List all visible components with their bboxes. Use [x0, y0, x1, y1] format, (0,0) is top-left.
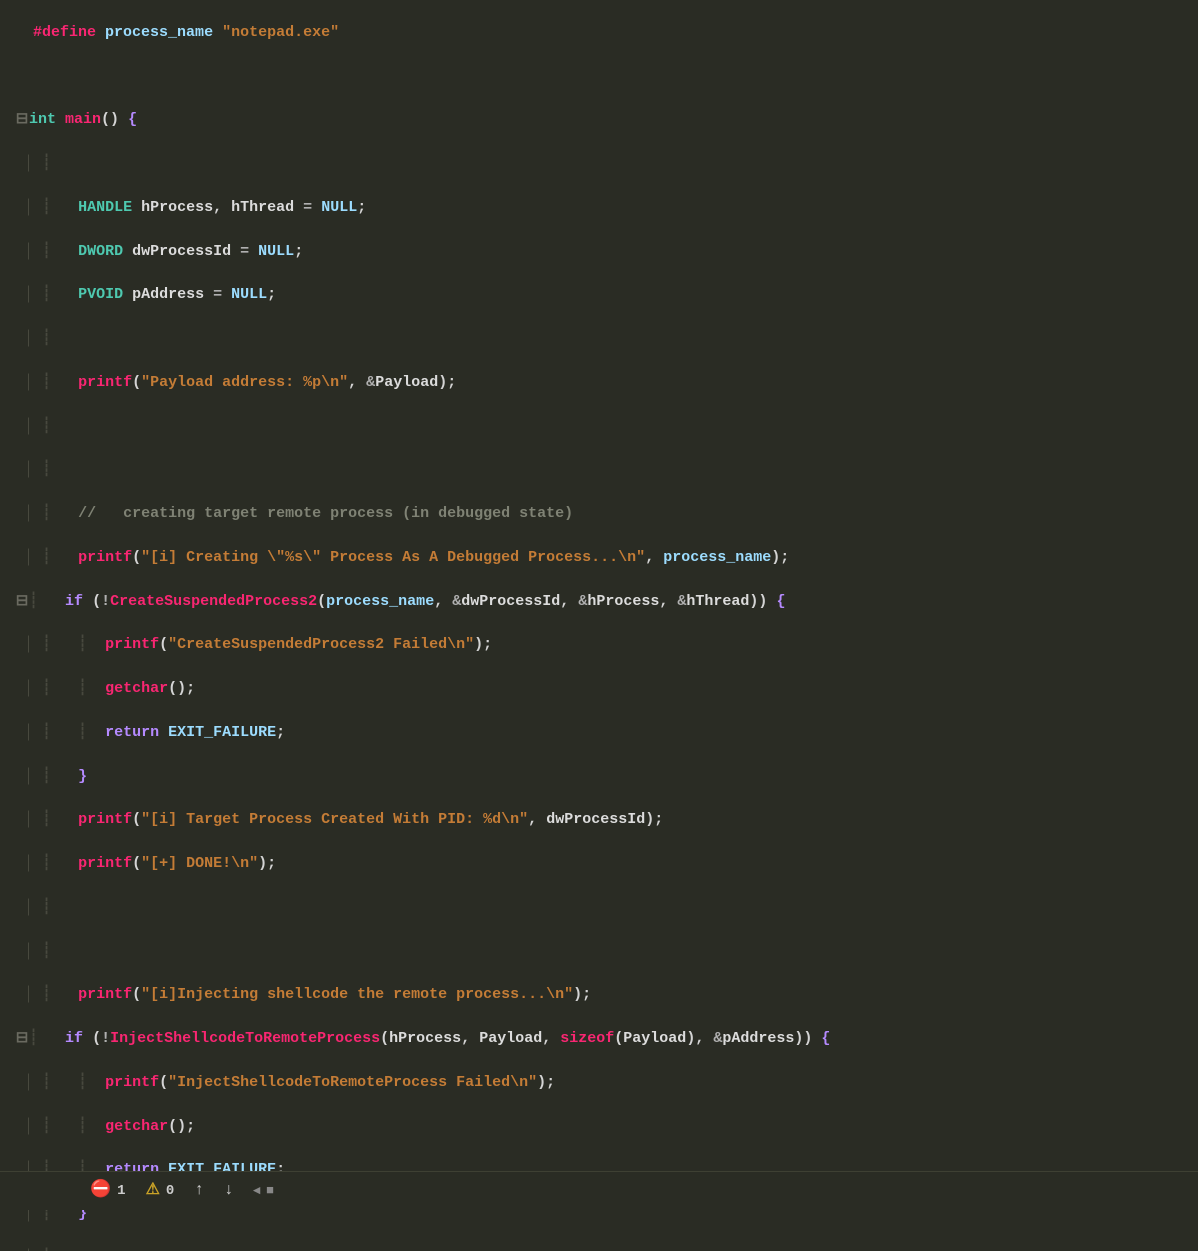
code-line[interactable]: │ ┊ ┊ printf("CreateSuspendedProcess2 Fa… — [15, 634, 1198, 656]
code-line[interactable]: │ ┊ printf("[i] Target Process Created W… — [15, 809, 1198, 831]
identifier: process_name — [105, 24, 213, 41]
warning-count[interactable]: ⚠ 0 — [146, 1179, 175, 1202]
code-line[interactable]: │ ┊ HANDLE hProcess, hThread = NULL; — [15, 197, 1198, 219]
code-line[interactable]: │ ┊ printf("[+] DONE!\n"); — [15, 853, 1198, 875]
keyword-int: int — [29, 111, 56, 128]
arrow-up-icon[interactable]: ↑ — [194, 1179, 204, 1202]
code-line[interactable]: #define process_name "notepad.exe" — [15, 22, 1198, 44]
code-line[interactable]: │ ┊ ┊ getchar(); — [15, 1116, 1198, 1138]
type-handle: HANDLE — [78, 199, 132, 216]
comment: // creating target remote process (in de… — [78, 505, 573, 522]
code-editor: #define process_name "notepad.exe" ⊟int … — [0, 0, 1198, 1210]
fold-minus-icon[interactable]: ⊟ — [15, 1028, 29, 1050]
code-line[interactable]: │ ┊ PVOID pAddress = NULL; — [15, 284, 1198, 306]
constant-null: NULL — [321, 199, 357, 216]
code-line[interactable]: │ ┊ printf("[i] Creating \"%s\" Process … — [15, 547, 1198, 569]
type-dword: DWORD — [78, 243, 123, 260]
fold-minus-icon[interactable]: ⊟ — [15, 109, 29, 131]
code-area[interactable]: #define process_name "notepad.exe" ⊟int … — [0, 0, 1198, 1210]
code-line[interactable]: │ ┊ ┊ getchar(); — [15, 678, 1198, 700]
error-number: 1 — [117, 1181, 125, 1201]
keyword-return: return — [105, 724, 159, 741]
code-line[interactable]: │ ┊ printf("Payload address: %p\n", &Pay… — [15, 372, 1198, 394]
string-literal: "notepad.exe" — [222, 24, 339, 41]
function-printf: printf — [78, 374, 132, 391]
keyword-define: #define — [33, 24, 96, 41]
step-back-icon[interactable]: ◂ — [254, 1182, 261, 1201]
error-icon: ⛔ — [90, 1179, 111, 1204]
fold-minus-icon[interactable]: ⊟ — [15, 591, 29, 613]
error-count[interactable]: ⛔ 1 — [90, 1179, 126, 1204]
keyword-if: if — [65, 593, 83, 610]
type-pvoid: PVOID — [78, 286, 123, 303]
code-line[interactable]: ⊟┊ if (!CreateSuspendedProcess2(process_… — [15, 591, 1198, 613]
function-main: main — [65, 111, 101, 128]
status-bar: ⛔ 1 ⚠ 0 ↑ ↓ ◂ ■ — [0, 1171, 1198, 1210]
code-line[interactable]: │ ┊ // creating target remote process (i… — [15, 503, 1198, 525]
code-line[interactable]: │ ┊ DWORD dwProcessId = NULL; — [15, 241, 1198, 263]
stop-icon[interactable]: ■ — [266, 1182, 274, 1201]
code-line[interactable]: │ ┊ ┊ printf("InjectShellcodeToRemotePro… — [15, 1072, 1198, 1094]
code-line[interactable]: │ ┊ ┊ return EXIT_FAILURE; — [15, 722, 1198, 744]
code-line[interactable]: ⊟┊ if (!InjectShellcodeToRemoteProcess(h… — [15, 1028, 1198, 1050]
warning-number: 0 — [166, 1181, 174, 1201]
code-line[interactable]: ⊟int main() { — [15, 109, 1198, 131]
arrow-down-icon[interactable]: ↓ — [224, 1179, 234, 1202]
code-line[interactable]: │ ┊ } — [15, 766, 1198, 788]
code-line[interactable]: │ ┊ printf("[i]Injecting shellcode the r… — [15, 984, 1198, 1006]
warning-icon: ⚠ — [146, 1179, 160, 1202]
